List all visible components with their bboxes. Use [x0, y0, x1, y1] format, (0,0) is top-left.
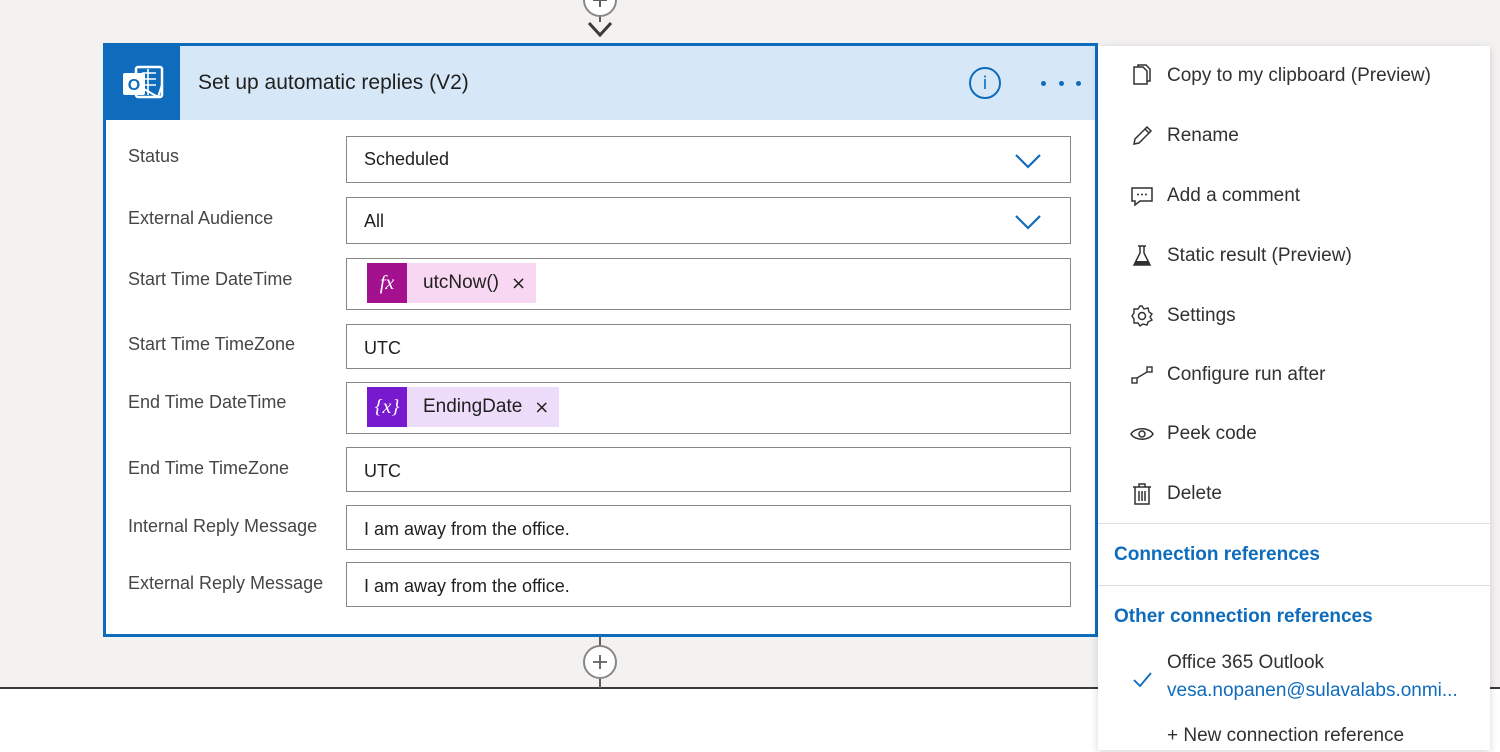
connection-email[interactable]: vesa.nopanen@sulavalabs.onmi... [1167, 680, 1458, 702]
add-step-button-bottom[interactable] [583, 645, 617, 679]
pencil-icon [1129, 123, 1155, 149]
action-card: O Set up automatic replies (V2) i Status… [103, 43, 1098, 637]
svg-text:O: O [128, 77, 140, 94]
menu-item-copy[interactable]: Copy to my clipboard (Preview) [1098, 48, 1490, 104]
other-connection-references-heading: Other connection references [1114, 606, 1373, 627]
external-audience-label: External Audience [128, 208, 274, 228]
eye-icon [1129, 421, 1155, 447]
close-icon[interactable]: × [534, 397, 549, 418]
token-label: EndingDate [423, 396, 523, 417]
gear-icon [1129, 303, 1155, 329]
menu-item-peek-code[interactable]: Peek code [1098, 406, 1490, 462]
dot-icon [1076, 80, 1081, 86]
end-timezone-value: UTC [364, 461, 401, 481]
context-menu: Copy to my clipboard (Preview) Rename Ad… [1098, 46, 1490, 750]
external-audience-value: All [364, 211, 385, 231]
menu-item-configure-run-after[interactable]: Configure run after [1098, 347, 1490, 403]
menu-label: Delete [1167, 483, 1222, 504]
menu-item-add-comment[interactable]: Add a comment [1098, 168, 1490, 224]
end-datetime-label: End Time DateTime [128, 392, 287, 412]
flask-icon [1129, 243, 1155, 269]
chevron-down-icon [1015, 215, 1041, 230]
connection-references-heading[interactable]: Connection references [1114, 544, 1320, 566]
fx-icon: fx [367, 263, 407, 303]
arrow-down-icon [587, 21, 613, 38]
start-timezone-label: Start Time TimeZone [128, 334, 296, 354]
menu-label: Settings [1167, 305, 1236, 326]
copy-icon [1129, 63, 1155, 89]
add-step-button-top[interactable] [583, 0, 617, 17]
flow-designer-canvas: O Set up automatic replies (V2) i Status… [0, 0, 1500, 752]
menu-label: Rename [1167, 125, 1239, 146]
dot-icon [1041, 80, 1046, 86]
variable-token[interactable]: {x} EndingDate × [367, 387, 560, 427]
menu-label: Copy to my clipboard (Preview) [1167, 65, 1431, 86]
connection-name[interactable]: Office 365 Outlook [1167, 652, 1324, 674]
info-icon: i [982, 72, 988, 94]
menu-divider [1098, 523, 1490, 524]
new-connection-reference-button[interactable]: + New connection reference [1167, 725, 1404, 747]
plus-icon [593, 655, 607, 669]
menu-item-settings[interactable]: Settings [1098, 288, 1490, 344]
outlook-icon: O [106, 46, 180, 120]
internal-reply-value: I am away from the office. [364, 519, 570, 539]
menu-item-delete[interactable]: Delete [1098, 466, 1490, 522]
close-icon[interactable]: × [511, 273, 526, 294]
internal-reply-label: Internal Reply Message [128, 516, 318, 536]
plus-icon [593, 0, 607, 7]
checkmark-icon [1133, 672, 1152, 688]
run-after-icon [1129, 362, 1155, 388]
external-audience-dropdown[interactable]: All [346, 197, 1071, 244]
menu-divider [1098, 585, 1490, 586]
status-value: Scheduled [364, 149, 450, 169]
start-datetime-field[interactable]: fx utcNow() × [346, 258, 1071, 310]
status-label: Status [128, 146, 180, 166]
menu-item-static-result[interactable]: Static result (Preview) [1098, 228, 1490, 284]
chevron-down-icon [1015, 154, 1041, 169]
external-reply-field[interactable]: I am away from the office. [346, 562, 1071, 607]
trash-icon [1129, 481, 1155, 507]
info-button[interactable]: i [969, 67, 1001, 99]
internal-reply-field[interactable]: I am away from the office. [346, 505, 1071, 550]
menu-label: Peek code [1167, 423, 1257, 444]
start-timezone-field[interactable]: UTC [346, 324, 1071, 369]
external-reply-label: External Reply Message [128, 573, 324, 593]
external-reply-value: I am away from the office. [364, 576, 570, 596]
comment-icon [1129, 183, 1155, 209]
card-title[interactable]: Set up automatic replies (V2) [198, 71, 469, 95]
dot-icon [1058, 80, 1064, 86]
menu-item-rename[interactable]: Rename [1098, 108, 1490, 164]
menu-label: Static result (Preview) [1167, 245, 1352, 266]
end-timezone-field[interactable]: UTC [346, 447, 1071, 492]
end-datetime-field[interactable]: {x} EndingDate × [346, 382, 1071, 434]
start-datetime-label: Start Time DateTime [128, 269, 293, 289]
variable-icon: {x} [367, 387, 407, 427]
menu-label: Configure run after [1167, 364, 1326, 385]
menu-label: Add a comment [1167, 185, 1301, 206]
end-timezone-label: End Time TimeZone [128, 458, 290, 478]
expression-token[interactable]: fx utcNow() × [367, 263, 537, 303]
token-label: utcNow() [423, 272, 500, 293]
start-timezone-value: UTC [364, 338, 401, 358]
card-header[interactable]: O Set up automatic replies (V2) i [106, 46, 1095, 120]
more-options-button[interactable] [1041, 70, 1081, 96]
status-dropdown[interactable]: Scheduled [346, 136, 1071, 183]
